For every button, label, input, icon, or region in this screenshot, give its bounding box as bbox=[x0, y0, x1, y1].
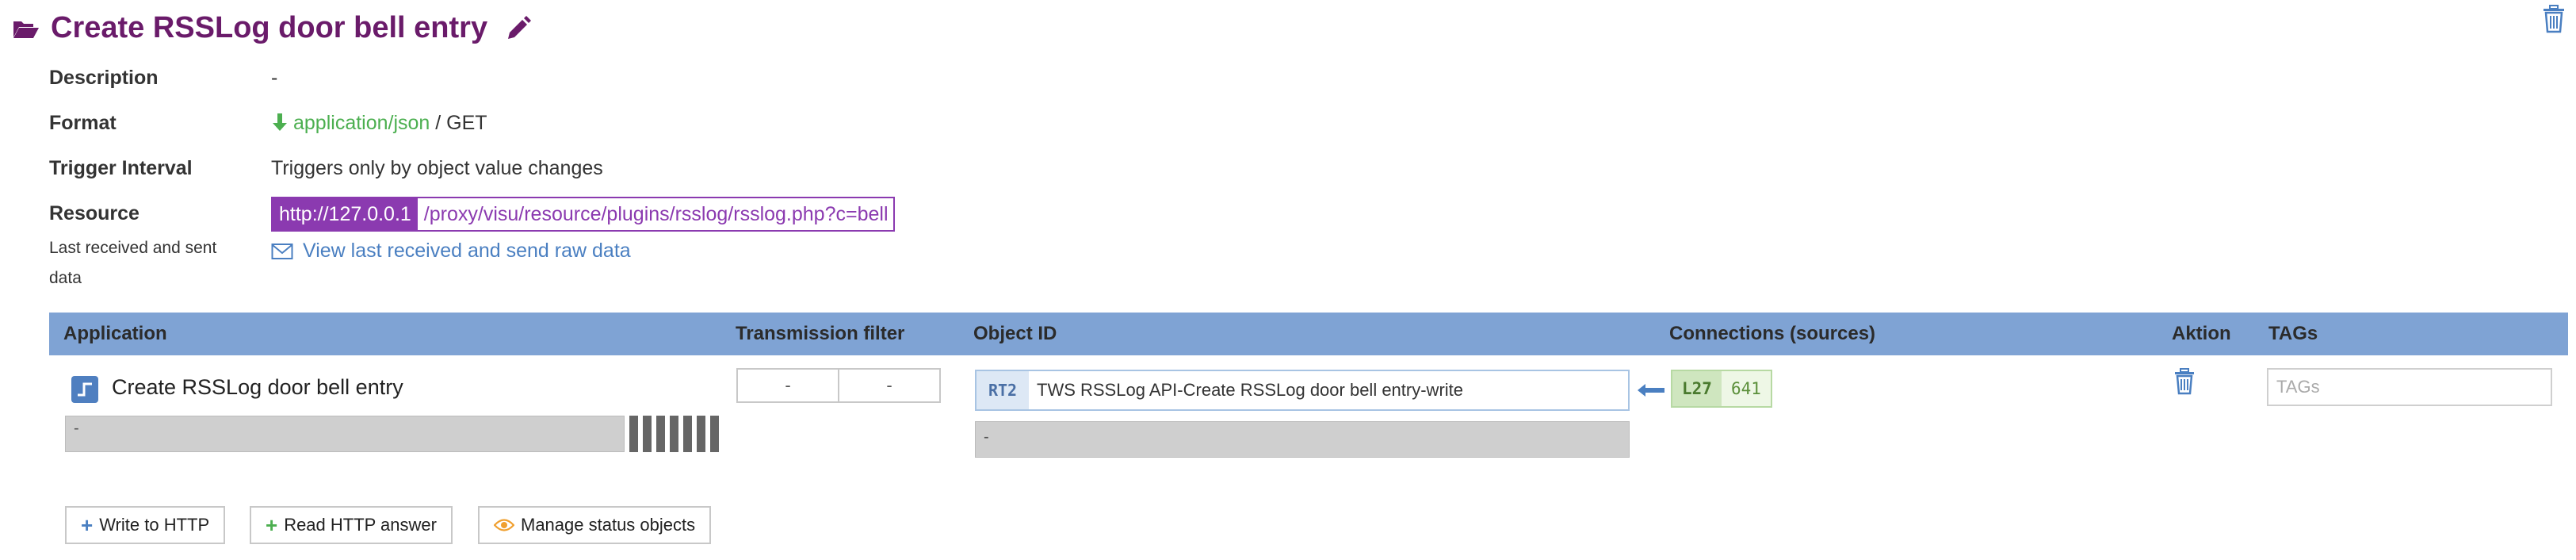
envelope-icon bbox=[271, 243, 293, 259]
format-type: application/json bbox=[293, 112, 430, 134]
folder-open-icon bbox=[13, 21, 39, 38]
title-row: Create RSSLog door bell entry bbox=[13, 11, 532, 45]
object-name: TWS RSSLog API-Create RSSLog door bell e… bbox=[1037, 380, 1464, 400]
page-title: Create RSSLog door bell entry bbox=[51, 11, 488, 44]
connection-badge[interactable]: L27 641 bbox=[1671, 370, 1772, 408]
format-method: / GET bbox=[430, 112, 487, 134]
read-http-answer-label: Read HTTP answer bbox=[284, 515, 437, 535]
application-step-icon bbox=[71, 376, 98, 403]
trigger-interval-label: Trigger Interval bbox=[49, 157, 193, 179]
view-raw-data-label: View last received and send raw data bbox=[303, 240, 631, 262]
manage-status-objects-button[interactable]: Manage status objects bbox=[478, 506, 712, 544]
plus-icon: + bbox=[81, 513, 94, 537]
resource-label: Resource bbox=[49, 202, 140, 224]
format-value: application/json / GET bbox=[271, 112, 487, 135]
resource-path: /proxy/visu/resource/plugins/rsslog/rssl… bbox=[417, 198, 893, 230]
col-connections: Connections (sources) bbox=[1669, 323, 1876, 344]
table-header: Application Transmission filter Object I… bbox=[49, 313, 2568, 355]
col-object-id: Object ID bbox=[973, 323, 1057, 344]
edit-pencil-icon[interactable] bbox=[505, 15, 532, 42]
format-label: Format bbox=[49, 112, 117, 134]
page: Create RSSLog door bell entry Descriptio… bbox=[0, 0, 2576, 560]
col-application: Application bbox=[63, 323, 167, 344]
delete-trash-icon[interactable] bbox=[2542, 5, 2566, 33]
col-aktion: Aktion bbox=[2172, 323, 2231, 344]
trigger-interval-value: Triggers only by object value changes bbox=[271, 157, 603, 179]
filter-right[interactable]: - bbox=[838, 370, 939, 401]
connection-value: 641 bbox=[1721, 371, 1771, 406]
row-delete-trash-icon[interactable] bbox=[2173, 368, 2196, 395]
arrow-down-icon bbox=[273, 113, 287, 131]
application-name: Create RSSLog door bell entry bbox=[112, 375, 403, 399]
view-raw-data-link[interactable]: View last received and send raw data bbox=[271, 240, 631, 263]
object-id-field[interactable]: RT2 TWS RSSLog API-Create RSSLog door be… bbox=[975, 370, 1630, 411]
tags-input[interactable] bbox=[2267, 368, 2552, 406]
write-to-http-button[interactable]: + Write to HTTP bbox=[65, 506, 226, 544]
transmission-filter[interactable]: - - bbox=[736, 368, 941, 403]
application-status-bar: - bbox=[65, 416, 625, 452]
plus-icon: + bbox=[266, 513, 278, 537]
filter-left[interactable]: - bbox=[738, 370, 838, 401]
read-http-answer-button[interactable]: + Read HTTP answer bbox=[250, 506, 453, 544]
description-value: - bbox=[271, 67, 278, 89]
col-tags: TAGs bbox=[2268, 323, 2318, 344]
last-received-label: Last received and sent data bbox=[49, 239, 217, 287]
eye-icon bbox=[494, 519, 514, 531]
application-bar-stripes bbox=[629, 416, 719, 452]
write-to-http-label: Write to HTTP bbox=[99, 515, 210, 535]
arrow-left-icon bbox=[1638, 384, 1664, 397]
object-status-bar: - bbox=[975, 421, 1630, 458]
connection-id: L27 bbox=[1672, 371, 1722, 406]
manage-status-objects-label: Manage status objects bbox=[521, 515, 696, 535]
resource-url[interactable]: http://127.0.0.1 /proxy/visu/resource/pl… bbox=[271, 197, 895, 232]
col-transmission-filter: Transmission filter bbox=[736, 323, 905, 344]
object-type-badge: RT2 bbox=[977, 371, 1029, 409]
description-label: Description bbox=[49, 67, 159, 89]
resource-host: http://127.0.0.1 bbox=[273, 198, 418, 230]
